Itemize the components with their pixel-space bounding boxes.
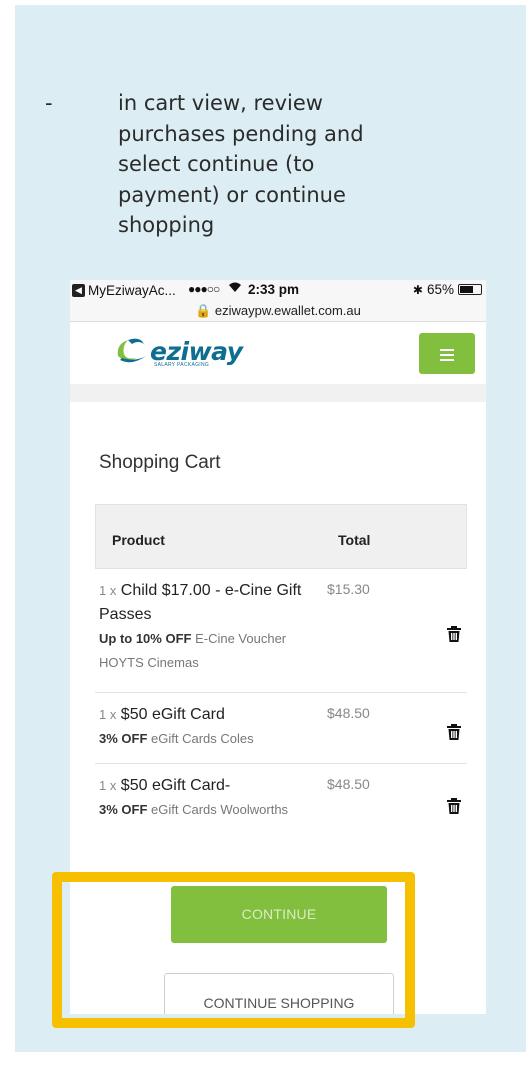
cart-item-details: 1 x $50 eGift Card- 3% OFF eGift Cards W… — [99, 774, 304, 822]
logo-tagline: SALARY PACKAGING — [154, 362, 210, 368]
battery-fill — [460, 286, 473, 293]
battery-percent: 65% — [426, 282, 454, 297]
trash-icon[interactable] — [447, 798, 461, 814]
url-bar[interactable]: 🔒 eziwaypw.ewallet.com.au — [70, 302, 486, 322]
status-time: 2:33 pm — [248, 282, 300, 297]
url-text: eziwaypw.ewallet.com.au — [214, 303, 361, 318]
cart-item-details: 1 x $50 eGift Card 3% OFF eGift Cards Co… — [99, 703, 304, 751]
trash-icon[interactable] — [447, 626, 461, 642]
item-discount: 3% OFF — [99, 731, 148, 746]
eziway-logo[interactable]: eziway SALARY PACKAGING — [114, 335, 243, 368]
item-desc-text: eGift Cards Coles — [151, 731, 254, 746]
item-qty: 1 x — [99, 583, 117, 598]
item-name: $50 eGift Card- — [120, 777, 231, 794]
page-title: Shopping Cart — [99, 452, 221, 473]
item-qty: 1 x — [99, 778, 117, 793]
cart-row: 1 x $50 eGift Card- 3% OFF eGift Cards W… — [95, 764, 467, 864]
status-right: ✱ 65% — [413, 282, 482, 297]
item-price: $48.50 — [327, 705, 370, 721]
lock-icon: 🔒 — [195, 303, 212, 318]
signal-strength: ●●●○○ — [188, 282, 220, 296]
column-header-total: Total — [338, 532, 371, 548]
item-desc: Up to 10% OFF E-Cine Voucher HOYTS Cinem… — [99, 627, 304, 675]
instruction-text: in cart view, review purchases pending a… — [118, 91, 364, 237]
header-divider — [70, 384, 486, 402]
trash-icon[interactable] — [447, 724, 461, 740]
wifi-icon — [228, 281, 242, 296]
item-price: $15.30 — [327, 581, 370, 597]
eziway-swoosh-icon — [117, 338, 146, 363]
hamburger-menu-button[interactable] — [419, 333, 475, 374]
item-desc: 3% OFF eGift Cards Woolworths — [99, 798, 304, 822]
cart-row: 1 x Child $17.00 - e-Cine Gift Passes Up… — [95, 569, 467, 693]
item-discount: 3% OFF — [99, 802, 148, 817]
item-desc: 3% OFF eGift Cards Coles — [99, 727, 304, 751]
item-name: $50 eGift Card — [120, 706, 225, 723]
battery-icon — [458, 284, 482, 295]
cart-row: 1 x $50 eGift Card 3% OFF eGift Cards Co… — [95, 693, 467, 764]
cart-item-details: 1 x Child $17.00 - e-Cine Gift Passes Up… — [99, 579, 304, 675]
status-bar: ◀ MyEziwayAc... ●●●○○ 2:33 pm ✱ 65% — [70, 280, 486, 302]
status-left: ◀ MyEziwayAc... — [72, 283, 176, 298]
item-price: $48.50 — [327, 776, 370, 792]
column-header-product: Product — [112, 532, 165, 548]
cart-table-header: Product Total — [95, 504, 467, 569]
instruction-dash: - — [45, 91, 53, 115]
hamburger-icon — [440, 348, 454, 361]
back-to-app-icon[interactable]: ◀ — [72, 284, 85, 297]
bluetooth-icon: ✱ — [412, 282, 423, 297]
highlight-box — [52, 872, 415, 1028]
status-app-name: MyEziwayAc... — [88, 283, 176, 298]
item-name: Child $17.00 - e-Cine Gift Passes — [99, 582, 302, 623]
item-discount: Up to 10% OFF — [99, 631, 192, 646]
item-desc-text: eGift Cards Woolworths — [151, 802, 289, 817]
item-qty: 1 x — [99, 707, 117, 722]
site-header: eziway SALARY PACKAGING — [70, 322, 486, 380]
